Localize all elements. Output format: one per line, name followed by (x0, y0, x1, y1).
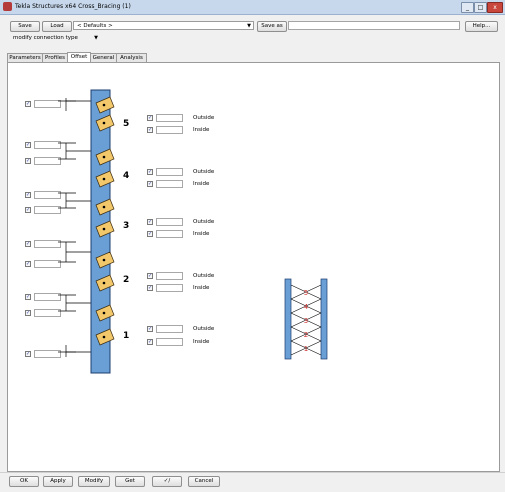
inside-offset-input[interactable] (156, 180, 183, 188)
level-number: 4 (123, 171, 130, 181)
outside-checkbox[interactable]: ✓ (147, 273, 153, 279)
outside-label: Outside (193, 326, 215, 332)
outside-checkbox[interactable]: ✓ (147, 169, 153, 175)
offset-panel: ✓ ✓ ✓ ✓ ✓ ✓ ✓ ✓ ✓ ✓ 5 4 3 2 1 ✓ Outside … (7, 62, 500, 472)
help-button[interactable]: Help... (465, 21, 498, 32)
save-as-button[interactable]: Save as (257, 21, 287, 32)
load-button[interactable]: Load (42, 21, 72, 32)
offset-checkbox[interactable]: ✓ (25, 158, 31, 164)
maximize-button[interactable]: □ (474, 2, 487, 13)
inside-checkbox[interactable]: ✓ (147, 181, 153, 187)
title-bar: Tekla Structures x64 Cross_Bracing (1) _… (0, 0, 505, 15)
inside-label: Inside (193, 181, 210, 187)
overview-level-number: 4 (304, 303, 309, 311)
overview-level-number: 3 (304, 317, 308, 325)
outside-checkbox[interactable]: ✓ (147, 115, 153, 121)
get-button[interactable]: Get (115, 476, 145, 487)
chevron-down-icon: ▼ (94, 35, 98, 41)
ok-button[interactable]: OK (9, 476, 39, 487)
save-button[interactable]: Save (10, 21, 40, 32)
outside-checkbox[interactable]: ✓ (147, 326, 153, 332)
offset-checkbox[interactable]: ✓ (25, 310, 31, 316)
chevron-down-icon: ▼ (247, 23, 251, 29)
overview-level-number: 5 (304, 289, 308, 297)
offset-checkbox[interactable]: ✓ (25, 207, 31, 213)
overview-level-number: 1 (304, 345, 308, 353)
offset-checkbox[interactable]: ✓ (25, 142, 31, 148)
outside-checkbox[interactable]: ✓ (147, 219, 153, 225)
offset-checkbox[interactable]: ✓ (25, 241, 31, 247)
outside-offset-input[interactable] (156, 168, 183, 176)
toggle-selection-button[interactable]: ✓/ (152, 476, 182, 487)
level-number: 3 (123, 221, 130, 231)
inside-checkbox[interactable]: ✓ (147, 339, 153, 345)
modify-button[interactable]: Modify (78, 476, 110, 487)
level-number: 2 (123, 275, 130, 285)
offset-checkbox[interactable]: ✓ (25, 294, 31, 300)
inside-offset-input[interactable] (156, 338, 183, 346)
tekla-app-icon (3, 2, 12, 11)
level-number: 1 (123, 331, 130, 341)
modify-mode-value: modify connection type (13, 35, 78, 41)
outside-offset-input[interactable] (156, 114, 183, 122)
outside-offset-input[interactable] (156, 272, 183, 280)
inside-offset-input[interactable] (156, 126, 183, 134)
inside-offset-input[interactable] (156, 284, 183, 292)
inside-label: Inside (193, 285, 210, 291)
window-title: Tekla Structures x64 Cross_Bracing (1) (15, 3, 131, 10)
outside-label: Outside (193, 273, 215, 279)
outside-label: Outside (193, 115, 215, 121)
bracing-overview-diagram: 5 4 3 2 1 (284, 278, 328, 360)
offset-checkbox[interactable]: ✓ (25, 351, 31, 357)
inside-label: Inside (193, 127, 210, 133)
minimize-button[interactable]: _ (461, 2, 474, 13)
overview-level-number: 2 (304, 331, 308, 339)
outside-label: Outside (193, 169, 215, 175)
inside-label: Inside (193, 339, 210, 345)
apply-button[interactable]: Apply (43, 476, 73, 487)
inside-offset-input[interactable] (156, 230, 183, 238)
level-number: 5 (123, 119, 130, 129)
attribute-file-combo[interactable]: < Defaults > ▼ (73, 21, 254, 30)
offset-checkbox[interactable]: ✓ (25, 261, 31, 267)
inside-checkbox[interactable]: ✓ (147, 127, 153, 133)
modify-mode-combo[interactable]: modify connection type ▼ (10, 34, 102, 43)
column-bracing-diagram (58, 89, 115, 374)
outside-offset-input[interactable] (156, 325, 183, 333)
inside-checkbox[interactable]: ✓ (147, 231, 153, 237)
save-as-name-input[interactable] (288, 21, 460, 30)
bottom-button-bar: OK Apply Modify Get ✓/ Cancel (0, 472, 505, 492)
cancel-button[interactable]: Cancel (188, 476, 220, 487)
outside-label: Outside (193, 219, 215, 225)
attribute-file-value: < Defaults > (77, 23, 113, 29)
offset-checkbox[interactable]: ✓ (25, 101, 31, 107)
offset-checkbox[interactable]: ✓ (25, 192, 31, 198)
outside-offset-input[interactable] (156, 218, 183, 226)
close-button[interactable]: x (487, 2, 503, 13)
inside-checkbox[interactable]: ✓ (147, 285, 153, 291)
inside-label: Inside (193, 231, 210, 237)
